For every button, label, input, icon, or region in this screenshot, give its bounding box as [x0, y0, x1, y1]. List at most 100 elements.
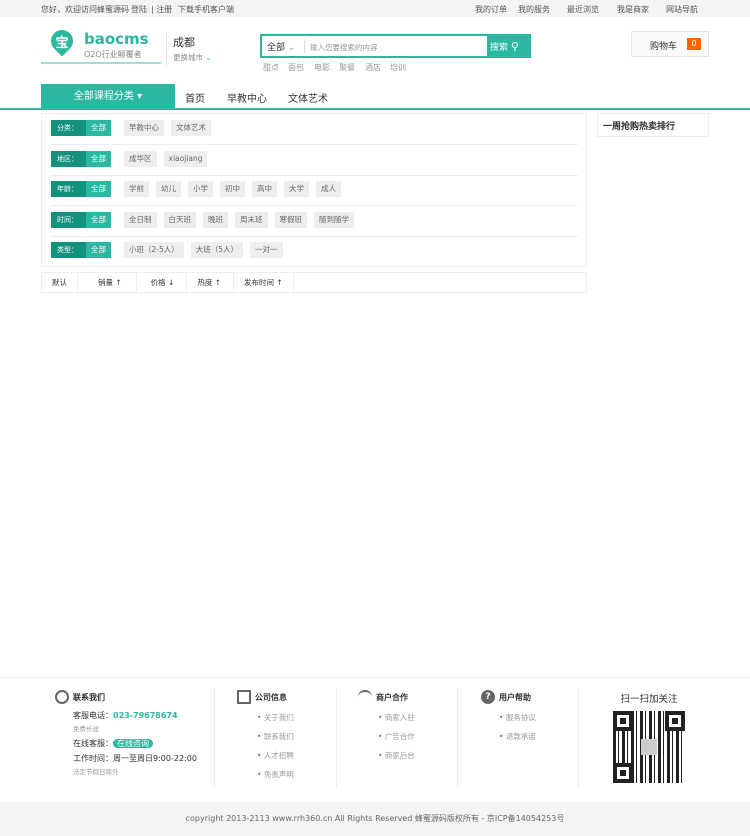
filter-panel: 分类： 全部 早教中心 文体艺术 地区： 全部 成华区 xiaojiang 年龄： 全部 学前 幼儿小… [41, 113, 587, 267]
filter-all-option[interactable]: 全部 [86, 120, 111, 136]
sort-default[interactable]: 默认 [42, 273, 78, 292]
filter-option[interactable]: 大学 [284, 181, 309, 197]
site-nav-link[interactable]: 网站导航 [666, 4, 698, 15]
merchant-link[interactable]: 我是商家 [617, 4, 649, 15]
filter-label: 类型： [51, 242, 86, 258]
footer-link[interactable]: 广告合作 [378, 731, 415, 742]
filter-options: 全日制 白天班 晚班 周末班 寒假班 随到随学 [124, 211, 354, 228]
search-input[interactable]: 输入您要搜索的内容 [310, 42, 378, 53]
filter-option[interactable]: 随到随学 [314, 211, 354, 228]
filter-option[interactable]: 小班（2-5人） [124, 242, 184, 258]
filter-all-option[interactable]: 全部 [86, 211, 111, 228]
filter-option[interactable]: 文体艺术 [171, 120, 211, 136]
filter-option[interactable]: 小学 [188, 181, 213, 197]
current-city: 成都 [173, 36, 195, 49]
download-app-link[interactable]: 下载手机客户端 [178, 4, 234, 15]
cart-count-badge: 0 [687, 38, 701, 50]
welcome-text: 您好，欢迎访问蜂蜜源码 [41, 5, 129, 14]
filter-options: 早教中心 文体艺术 [124, 120, 211, 136]
filter-options: 学前 幼儿 小学 初中 高中 大学 成人 [124, 181, 341, 197]
search-icon: ⚲ [510, 40, 519, 53]
filter-all-option[interactable]: 全部 [86, 181, 111, 197]
sort-price[interactable]: 价格 ↓ [137, 273, 188, 292]
sort-publish-time[interactable]: 发布时间 ↑ [234, 273, 294, 292]
filter-option[interactable]: 高中 [252, 181, 277, 197]
hotword[interactable]: 甜点 [263, 62, 279, 73]
login-link[interactable]: 登陆 [131, 4, 147, 15]
filter-option[interactable]: xiaojiang [163, 150, 208, 167]
filter-all-option[interactable]: 全部 [86, 150, 111, 167]
filter-label: 分类： [51, 120, 86, 136]
filter-option[interactable]: 早教中心 [124, 120, 164, 136]
work-hours: 工作时间：周一至周日9:00-22:00 [73, 754, 197, 763]
filter-option[interactable]: 白天班 [163, 211, 196, 228]
cart-label: 购物车 [650, 42, 678, 52]
filter-option[interactable]: 学前 [124, 181, 149, 197]
filter-row: 类型： 全部 小班（2-5人） 大班（5人） 一对一 [51, 236, 578, 267]
nav-early-education[interactable]: 早教中心 [227, 90, 267, 105]
filter-label: 年龄： [51, 181, 86, 197]
search-button[interactable]: 搜索 ⚲ [487, 36, 529, 56]
sort-bar: 默认 销量 ↑ 价格 ↓ 热度 ↑ 发布时间 ↑ [41, 272, 587, 293]
holiday-note: 法定节假日除外 [73, 768, 119, 776]
logo[interactable]: 宝 baocms O2O行业颠覆者 [41, 25, 161, 64]
register-link[interactable]: | 注册 [151, 4, 172, 15]
filter-option[interactable]: 一对一 [250, 242, 283, 258]
filter-option[interactable]: 大班（5人） [190, 242, 244, 258]
nav-underline [0, 108, 750, 110]
qr-title: 扫一扫加关注 [620, 694, 678, 705]
footer-help-title: 用户帮助 [499, 692, 531, 702]
sort-popularity[interactable]: 热度 ↑ [187, 273, 235, 292]
divider [457, 688, 458, 788]
filter-option[interactable]: 寒假班 [274, 211, 307, 228]
hotword[interactable]: 聚餐 [339, 62, 355, 73]
filter-all-option[interactable]: 全部 [86, 242, 111, 258]
footer-link[interactable]: 联系我们 [257, 731, 294, 742]
weekly-ranking-title: 一周抢购热卖排行 [597, 113, 709, 137]
footer-link[interactable]: 免责声明 [257, 769, 294, 780]
copyright: copyright 2013-2113 www.rrh360.cn All Ri… [0, 802, 750, 836]
change-city-link[interactable]: 更换城市 ⌄ [173, 52, 212, 63]
footer-link[interactable]: 商家后台 [378, 750, 415, 761]
filter-option[interactable]: 成人 [316, 181, 341, 197]
online-consult-button[interactable]: 在线咨询 [113, 739, 153, 748]
footer-link[interactable]: 商家入驻 [378, 712, 415, 723]
divider [214, 688, 215, 788]
chevron-down-icon: ⌄ [205, 53, 212, 62]
footer-contact-title: 联系我们 [73, 692, 105, 702]
footer-link[interactable]: 人才招聘 [257, 750, 294, 761]
footer-link[interactable]: 关于我们 [257, 712, 294, 723]
nav-home[interactable]: 首页 [185, 90, 205, 105]
logo-glyph: 宝 [55, 36, 69, 51]
divider [336, 688, 337, 788]
divider [304, 39, 305, 53]
footer-link[interactable]: 退款承诺 [499, 731, 536, 742]
qr-code [613, 711, 685, 783]
free-call-note: 免费长途 [73, 725, 99, 733]
filter-row: 地区： 全部 成华区 xiaojiang [51, 145, 578, 176]
cart-button[interactable]: 购物车 0 [631, 31, 709, 57]
nav-arts[interactable]: 文体艺术 [288, 90, 328, 105]
recent-browse-link[interactable]: 最近浏览 [567, 4, 599, 15]
filter-option[interactable]: 成华区 [124, 150, 157, 167]
divider [578, 688, 579, 788]
search-category-select[interactable]: 全部 ⌄ [267, 40, 295, 53]
phone-number: 023-79678674 [113, 711, 178, 720]
hotword[interactable]: 酒店 [365, 62, 381, 73]
footer-merchant: 商户合作 商家入驻 广告合作 商家后台 [358, 690, 415, 769]
all-categories-menu[interactable]: 全部课程分类 ▾ [41, 84, 175, 109]
filter-option[interactable]: 幼儿 [156, 181, 181, 197]
my-orders-link[interactable]: 我的订单 [475, 4, 507, 15]
hotword[interactable]: 电影 [314, 62, 330, 73]
filter-option[interactable]: 晚班 [203, 211, 228, 228]
hotword[interactable]: 面包 [288, 62, 304, 73]
filter-option[interactable]: 周末班 [235, 211, 268, 228]
phone-label: 客服电话： [73, 711, 113, 720]
filter-option[interactable]: 初中 [220, 181, 245, 197]
hotword[interactable]: 培训 [390, 62, 406, 73]
footer-company: 公司信息 关于我们 联系我们 人才招聘 免责声明 [237, 690, 294, 788]
footer-link[interactable]: 服务协议 [499, 712, 536, 723]
sort-sales[interactable]: 销量 ↑ [78, 273, 137, 292]
my-services-link[interactable]: 我的服务 [518, 4, 550, 15]
filter-option[interactable]: 全日制 [124, 211, 157, 228]
